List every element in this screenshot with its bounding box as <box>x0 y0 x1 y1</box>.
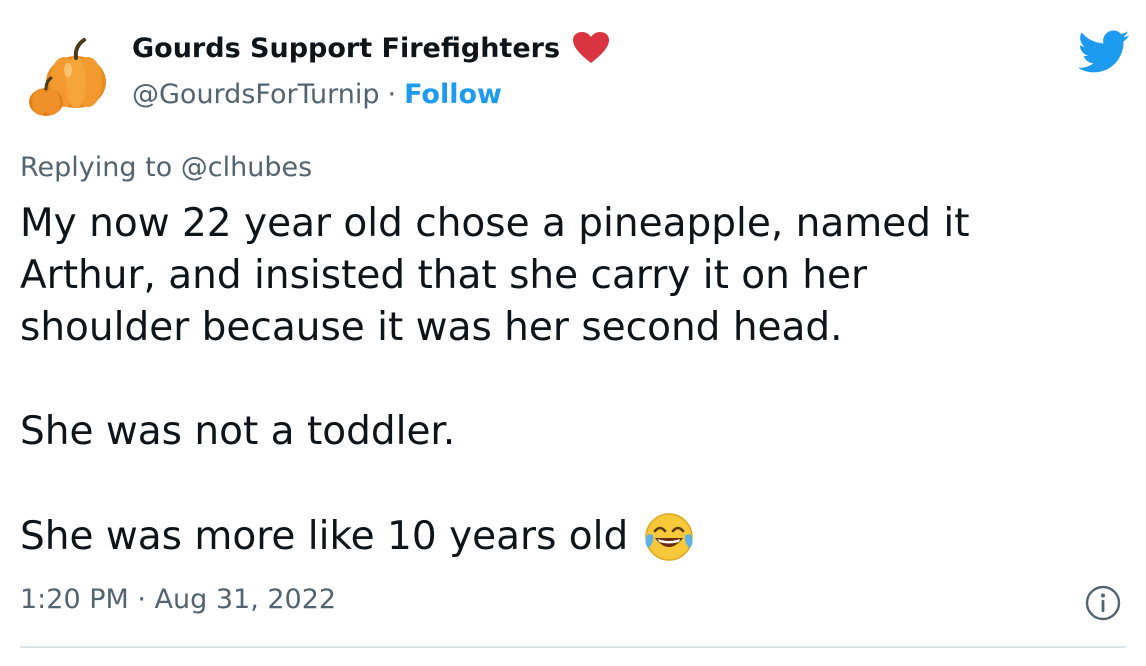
author-handle-row: @GourdsForTurnip · Follow <box>132 74 502 114</box>
pumpkin-avatar-icon[interactable] <box>18 22 118 122</box>
author-name-row: Gourds Support Firefighters <box>132 28 610 68</box>
author-handle[interactable]: @GourdsForTurnip <box>132 79 379 110</box>
tweet-last-line: She was more like 10 years old <box>20 510 1120 564</box>
separator-dot: · <box>387 78 397 110</box>
tweet-body: My now 22 year old chose a pineapple, na… <box>20 198 1120 564</box>
face-with-tears-of-joy-icon <box>645 513 694 561</box>
tweet-card: Gourds Support Firefighters @GourdsForTu… <box>0 0 1146 666</box>
bottom-divider <box>20 646 1126 648</box>
info-icon[interactable] <box>1084 584 1122 622</box>
tweet-paragraph-1: My now 22 year old chose a pineapple, na… <box>20 201 970 350</box>
twitter-bird-icon[interactable] <box>1078 30 1130 74</box>
tweet-paragraph-2: She was not a toddler. <box>20 409 456 454</box>
author-display-name[interactable]: Gourds Support Firefighters <box>132 33 560 64</box>
tweet-paragraph-3: She was more like 10 years old <box>20 514 629 559</box>
red-heart-icon <box>573 32 610 63</box>
tweet-timestamp[interactable]: 1:20 PM · Aug 31, 2022 <box>20 584 336 615</box>
replying-to-text[interactable]: Replying to @clhubes <box>20 152 312 183</box>
follow-button[interactable]: Follow <box>404 79 502 110</box>
